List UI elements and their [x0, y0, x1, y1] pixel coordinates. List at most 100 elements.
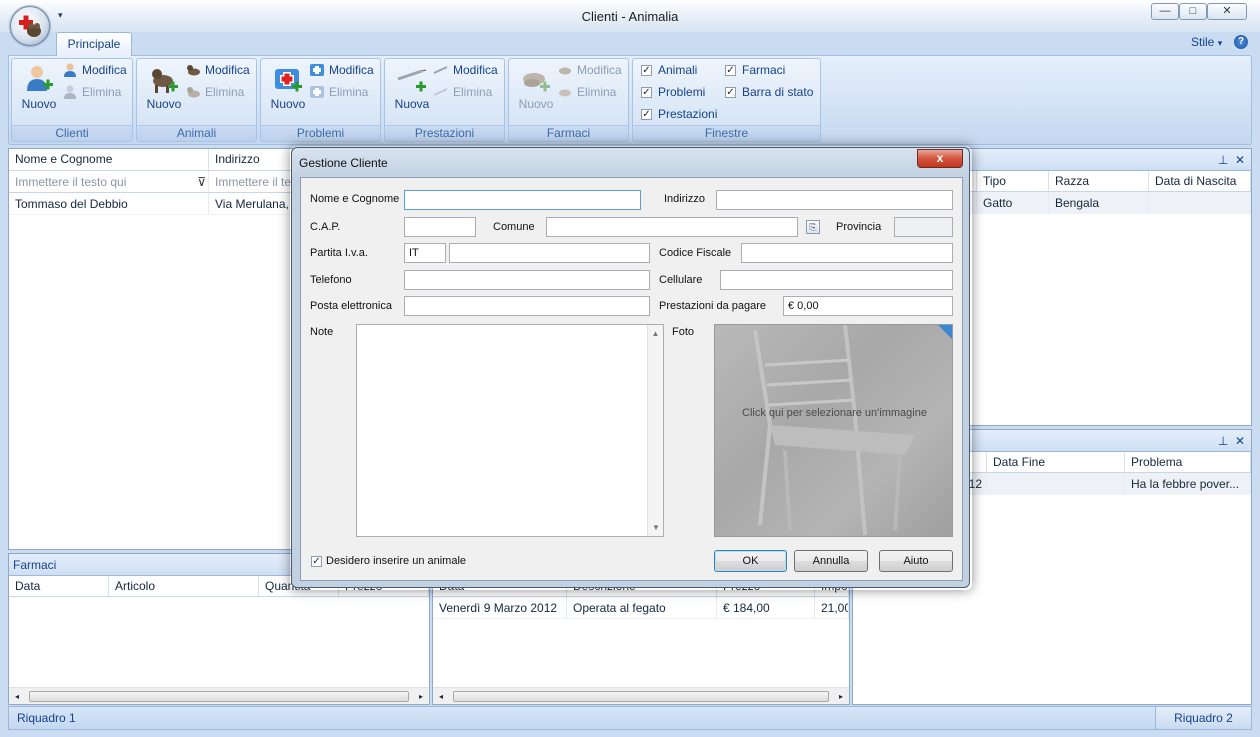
horizontal-scrollbar[interactable]: ◂ ▸ — [433, 687, 849, 704]
toggle-animali-label: Animali — [658, 63, 698, 77]
horizontal-scrollbar[interactable]: ◂ ▸ — [9, 687, 429, 704]
phone-label: Telefono — [310, 274, 352, 286]
elimina-problema-button[interactable]: Elimina — [309, 83, 368, 101]
scroll-thumb[interactable] — [453, 690, 829, 702]
style-menu[interactable]: Stile ▾ — [1191, 35, 1222, 49]
cap-field[interactable] — [404, 217, 476, 237]
nuovo-farmaco-button[interactable]: Nuovo — [513, 63, 559, 111]
nuova-prestazione-button[interactable]: Nuova — [389, 63, 435, 111]
animal-birth-cell — [1149, 192, 1251, 213]
add-animal-checkbox[interactable]: ✓ Desidero inserire un animale — [311, 555, 466, 567]
photo-hint: Click qui per selezionare un'immagine — [742, 407, 927, 419]
pin-icon[interactable]: ⊥ — [1218, 434, 1228, 448]
add-animal-icon — [148, 63, 180, 95]
nuovo-problema-button[interactable]: Nuovo — [265, 63, 311, 111]
modifica-problema-label: Modifica — [329, 63, 374, 77]
delete-service-icon — [433, 84, 449, 100]
modifica-prestazione-button[interactable]: Modifica — [433, 61, 498, 79]
scroll-up-icon[interactable]: ▲ — [648, 329, 663, 338]
comune-field[interactable] — [546, 217, 798, 237]
notes-scrollbar[interactable]: ▲ ▼ — [647, 325, 663, 536]
table-row[interactable]: Venerdì 9 Marzo 2012 Operata al fegato €… — [433, 597, 849, 619]
problem-end-cell — [987, 473, 1125, 494]
delete-medicine-icon — [557, 84, 573, 100]
lookup-comune-icon[interactable]: ⎘ — [806, 220, 820, 234]
application-menu-button[interactable] — [10, 6, 50, 46]
scroll-right-icon[interactable]: ▸ — [413, 692, 429, 701]
notes-textarea[interactable] — [356, 324, 664, 537]
annulla-button[interactable]: Annulla — [794, 550, 868, 572]
cap-label: C.A.P. — [310, 221, 341, 233]
column-header-data[interactable]: Data — [9, 576, 109, 596]
column-header-name[interactable]: Nome e Cognome — [9, 149, 209, 170]
scroll-thumb[interactable] — [29, 690, 409, 702]
dialog-close-button[interactable]: x — [917, 149, 963, 168]
address-field[interactable] — [716, 190, 953, 210]
filter-icon[interactable]: ⊽ — [197, 171, 206, 192]
maximize-button[interactable]: □ — [1179, 3, 1207, 20]
nuovo-cliente-button[interactable]: Nuovo — [16, 63, 62, 111]
scroll-left-icon[interactable]: ◂ — [9, 692, 25, 701]
pin-icon[interactable]: ⊥ — [1218, 153, 1228, 167]
add-service-icon — [396, 63, 428, 95]
checkbox-checked-icon: ✓ — [311, 555, 322, 567]
column-header-problema[interactable]: Problema — [1125, 452, 1251, 472]
elimina-cliente-button[interactable]: Elimina — [62, 83, 121, 101]
app-logo-icon — [19, 15, 41, 37]
photo-picker[interactable]: Click qui per selezionare un'immagine — [714, 324, 953, 537]
nuovo-farmaco-label: Nuovo — [518, 97, 554, 111]
toggle-statusbar[interactable]: ✓ Barra di stato — [725, 81, 813, 103]
elimina-farmaco-button[interactable]: Elimina — [557, 83, 616, 101]
due-amount-field[interactable]: € 0,00 — [783, 296, 953, 316]
modifica-prestazione-label: Modifica — [453, 63, 498, 77]
scroll-down-icon[interactable]: ▼ — [648, 523, 664, 532]
toggle-animali-window[interactable]: ✓ Animali — [641, 59, 697, 81]
elimina-animale-button[interactable]: Elimina — [185, 83, 244, 101]
toggle-farmaci-window[interactable]: ✓ Farmaci — [725, 59, 785, 81]
quick-access-dropdown-icon[interactable]: ▾ — [58, 10, 63, 21]
edit-animal-icon — [185, 62, 201, 78]
filter-input-name[interactable]: Immettere il testo qui ⊽ — [9, 171, 209, 192]
phone-field[interactable] — [404, 270, 650, 290]
cf-field[interactable] — [741, 243, 953, 263]
mobile-field[interactable] — [720, 270, 953, 290]
group-caption-prestazioni: Prestazioni — [385, 125, 504, 141]
email-field[interactable] — [404, 296, 650, 316]
piva-field[interactable] — [449, 243, 650, 263]
nuovo-cliente-label: Nuovo — [21, 97, 57, 111]
modifica-cliente-button[interactable]: Modifica — [62, 61, 127, 79]
group-caption-clienti: Clienti — [12, 125, 132, 141]
close-window-button[interactable]: ✕ — [1207, 3, 1247, 20]
riquadro-1-tab[interactable]: Riquadro 1 — [9, 707, 84, 729]
modifica-farmaco-button[interactable]: Modifica — [557, 61, 622, 79]
close-panel-icon[interactable]: ✕ — [1235, 153, 1245, 167]
cf-label: Codice Fiscale — [659, 247, 732, 259]
column-header-articolo[interactable]: Articolo — [109, 576, 259, 596]
close-panel-icon[interactable]: ✕ — [1235, 434, 1245, 448]
piva-prefix-field[interactable]: IT — [404, 243, 446, 263]
tab-principale[interactable]: Principale — [56, 32, 132, 56]
nuovo-animale-button[interactable]: Nuovo — [141, 63, 187, 111]
ok-button[interactable]: OK — [714, 550, 787, 572]
aiuto-button[interactable]: Aiuto — [879, 550, 953, 572]
chair-photo-icon — [753, 325, 915, 536]
group-caption-farmaci: Farmaci — [509, 125, 628, 141]
riquadro-2-tab[interactable]: Riquadro 2 — [1155, 707, 1251, 729]
minimize-button[interactable]: — — [1151, 3, 1179, 20]
scroll-right-icon[interactable]: ▸ — [833, 692, 849, 701]
column-header-tipo[interactable]: Tipo — [977, 171, 1049, 191]
elimina-prestazione-button[interactable]: Elimina — [433, 83, 492, 101]
scroll-left-icon[interactable]: ◂ — [433, 692, 449, 701]
corner-marker-icon — [938, 325, 952, 339]
help-icon[interactable]: ? — [1234, 35, 1248, 49]
modifica-problema-button[interactable]: Modifica — [309, 61, 374, 79]
modifica-animale-button[interactable]: Modifica — [185, 61, 250, 79]
toggle-prestazioni-window[interactable]: ✓ Prestazioni — [641, 103, 717, 125]
column-header-data-fine[interactable]: Data Fine — [987, 452, 1125, 472]
column-header-razza[interactable]: Razza — [1049, 171, 1149, 191]
toggle-problemi-window[interactable]: ✓ Problemi — [641, 81, 705, 103]
column-header-birth[interactable]: Data di Nascita — [1149, 171, 1251, 191]
modifica-animale-label: Modifica — [205, 63, 250, 77]
toggle-prestazioni-label: Prestazioni — [658, 107, 718, 121]
name-field[interactable] — [404, 190, 641, 210]
